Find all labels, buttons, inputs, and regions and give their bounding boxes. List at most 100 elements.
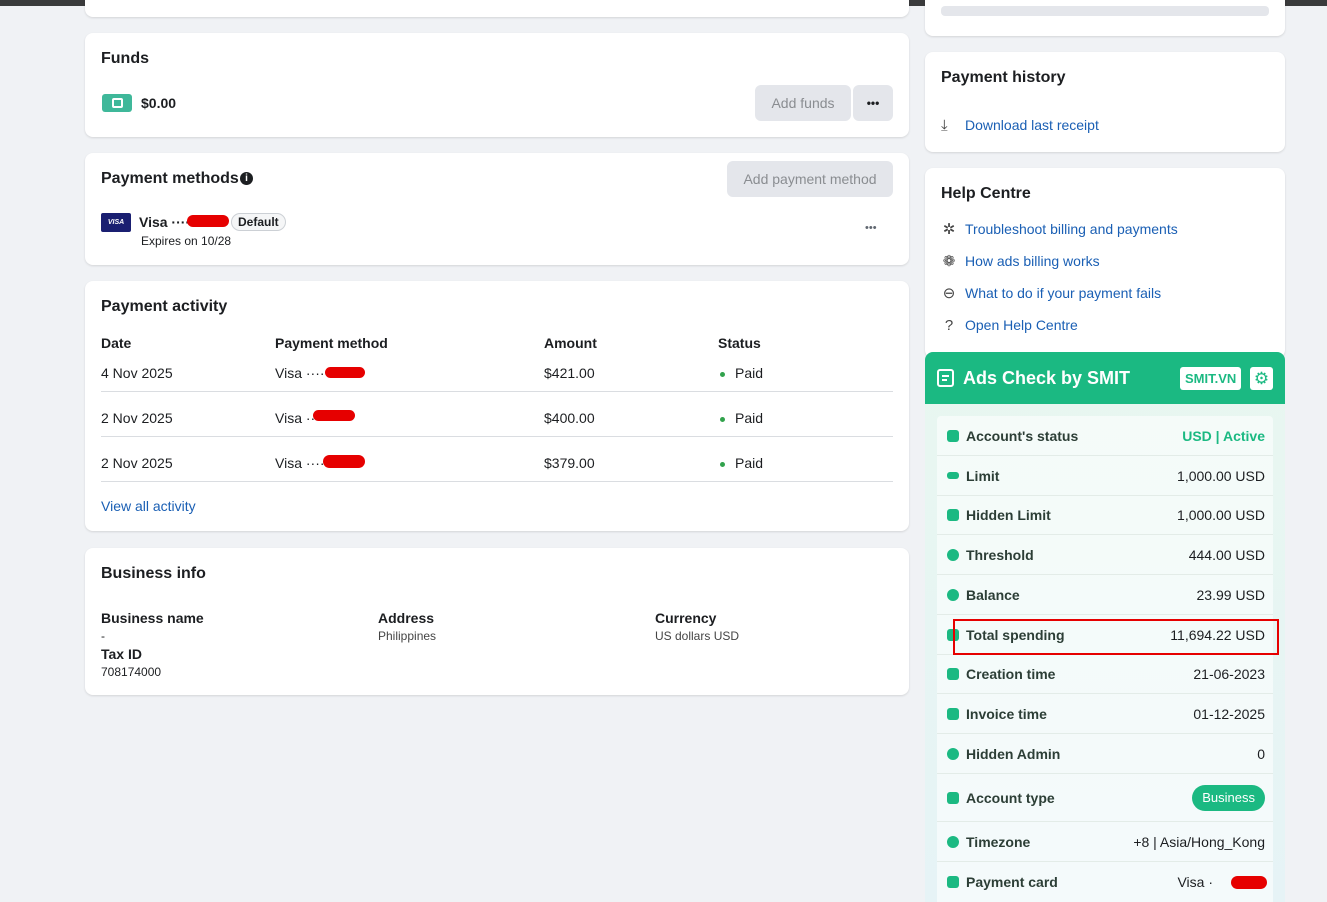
smit-row-value: Visa ·	[1177, 874, 1213, 890]
shield-icon	[947, 748, 959, 760]
help-centre-title: Help Centre	[941, 185, 1031, 202]
smit-row-label: Account's status	[966, 428, 1079, 444]
smit-row-value: +8 | Asia/Hong_Kong	[1133, 834, 1265, 850]
card-expiry: Expires on 10/28	[141, 234, 232, 248]
row-amount: $400.00	[544, 410, 595, 426]
business-info-card: Business info Business name - Tax ID 708…	[85, 548, 909, 695]
row-date: 2 Nov 2025	[101, 410, 173, 426]
default-badge: Default	[231, 213, 286, 231]
smit-row-label: Hidden Limit	[966, 507, 1051, 523]
payment-history-card: Payment history ⤓ Download last receipt	[925, 52, 1285, 152]
view-all-activity-link[interactable]: View all activity	[101, 498, 196, 514]
trend-icon	[947, 549, 959, 561]
account-type-badge: Business	[1192, 785, 1265, 811]
card-name: Visa ····	[139, 214, 191, 230]
col-payment-method: Payment method	[275, 335, 388, 351]
smit-row-label: Timezone	[966, 834, 1031, 850]
payment-activity-title: Payment activity	[101, 298, 228, 315]
download-icon: ⤓	[941, 117, 948, 134]
payment-methods-card: Payment methods i Add payment method VIS…	[85, 153, 909, 265]
smit-row-account-type: Account type Business	[937, 774, 1273, 822]
circles-icon: ❁	[942, 253, 956, 270]
funds-card: Funds $0.00 Add funds •••	[85, 33, 909, 137]
question-circle-icon: ?	[944, 317, 954, 334]
help-link-billing-works[interactable]: How ads billing works	[965, 253, 1100, 269]
previous-button[interactable]	[941, 6, 1269, 16]
minus-circle-icon: ⊖	[942, 285, 956, 302]
tax-id-value: 708174000	[101, 665, 162, 679]
payment-activity-card: Payment activity Date Payment method Amo…	[85, 281, 909, 531]
row-amount: $379.00	[544, 455, 595, 471]
smit-row-label: Invoice time	[966, 706, 1047, 722]
payment-history-title: Payment history	[941, 69, 1066, 86]
add-funds-button[interactable]: Add funds	[755, 85, 851, 121]
smit-row-value: 0	[1257, 746, 1265, 762]
row-status: Paid	[735, 410, 764, 426]
smit-logo-icon	[937, 369, 954, 387]
smit-row-label: Creation time	[966, 666, 1056, 682]
funds-title: Funds	[101, 50, 149, 67]
funds-more-button[interactable]: •••	[853, 85, 893, 121]
currency-label: Currency	[655, 610, 717, 626]
col-status: Status	[718, 335, 761, 351]
credit-card-icon	[947, 876, 959, 888]
col-date: Date	[101, 335, 132, 351]
business-name-value: -	[101, 629, 105, 643]
previous-card-bottom	[85, 0, 909, 17]
minus-icon	[947, 472, 959, 479]
redaction-mark	[313, 410, 355, 421]
smit-row-value: USD | Active	[1182, 428, 1265, 444]
smit-row-label: Hidden Admin	[966, 746, 1061, 762]
row-method: Visa ····	[275, 365, 325, 381]
row-date: 2 Nov 2025	[101, 455, 173, 471]
status-dot-icon	[720, 417, 725, 422]
redaction-mark	[187, 215, 229, 227]
smit-row-value: 1,000.00 USD	[1177, 507, 1265, 523]
settings-gear-icon[interactable]: ⚙	[1250, 367, 1273, 390]
currency-value: US dollars USD	[655, 629, 740, 643]
card-more-button[interactable]: •••	[865, 222, 877, 234]
help-link-open-centre[interactable]: Open Help Centre	[965, 317, 1078, 333]
row-divider	[101, 436, 893, 437]
smit-badge[interactable]: SMIT.VN	[1180, 367, 1242, 390]
status-dot-icon	[720, 372, 725, 377]
visa-card-icon: VISA	[101, 213, 131, 232]
funds-amount: $0.00	[141, 95, 177, 111]
row-method: Visa ····	[275, 455, 325, 471]
help-link-troubleshoot[interactable]: Troubleshoot billing and payments	[965, 221, 1178, 237]
smit-row-label: Payment card	[966, 874, 1058, 890]
add-payment-method-button[interactable]: Add payment method	[727, 161, 893, 197]
smit-row-value: 21-06-2023	[1193, 666, 1265, 682]
business-name-label: Business name	[101, 610, 204, 626]
col-amount: Amount	[544, 335, 597, 351]
redaction-mark	[1231, 876, 1267, 889]
smit-row-creation-time: Creation time 21-06-2023	[937, 654, 1273, 694]
tools-icon: ✲	[942, 221, 956, 238]
smit-row-threshold: Threshold 444.00 USD	[937, 535, 1273, 575]
smit-row-hidden-limit: Hidden Limit 1,000.00 USD	[937, 495, 1273, 535]
smit-row-limit: Limit 1,000.00 USD	[937, 456, 1273, 496]
help-centre-card: Help Centre ✲ Troubleshoot billing and p…	[925, 168, 1285, 358]
row-status: Paid	[735, 455, 764, 471]
business-info-title: Business info	[101, 565, 206, 582]
smit-row-value: 1,000.00 USD	[1177, 468, 1265, 484]
smit-row-payment-card: Payment card Visa ·	[937, 862, 1273, 902]
smit-row-label: Threshold	[966, 547, 1034, 563]
smit-row-hidden-admin: Hidden Admin 0	[937, 734, 1273, 774]
piggy-bank-icon	[947, 509, 959, 521]
download-last-receipt-link[interactable]: Download last receipt	[965, 117, 1099, 133]
smit-row-status: Account's status USD | Active	[937, 416, 1273, 456]
redaction-mark	[325, 367, 365, 378]
tax-id-label: Tax ID	[101, 646, 142, 662]
chart-icon	[947, 430, 959, 442]
user-card-icon	[947, 792, 959, 804]
help-link-payment-fails[interactable]: What to do if your payment fails	[965, 285, 1161, 301]
dollar-icon	[947, 589, 959, 601]
smit-header: Ads Check by SMIT SMIT.VN ⚙	[925, 352, 1285, 404]
row-amount: $421.00	[544, 365, 595, 381]
payment-methods-title: Payment methods	[101, 170, 239, 187]
smit-title: Ads Check by SMIT	[963, 368, 1131, 388]
redaction-mark	[323, 455, 365, 468]
info-icon[interactable]: i	[240, 172, 253, 185]
smit-row-label: Limit	[966, 468, 1000, 484]
